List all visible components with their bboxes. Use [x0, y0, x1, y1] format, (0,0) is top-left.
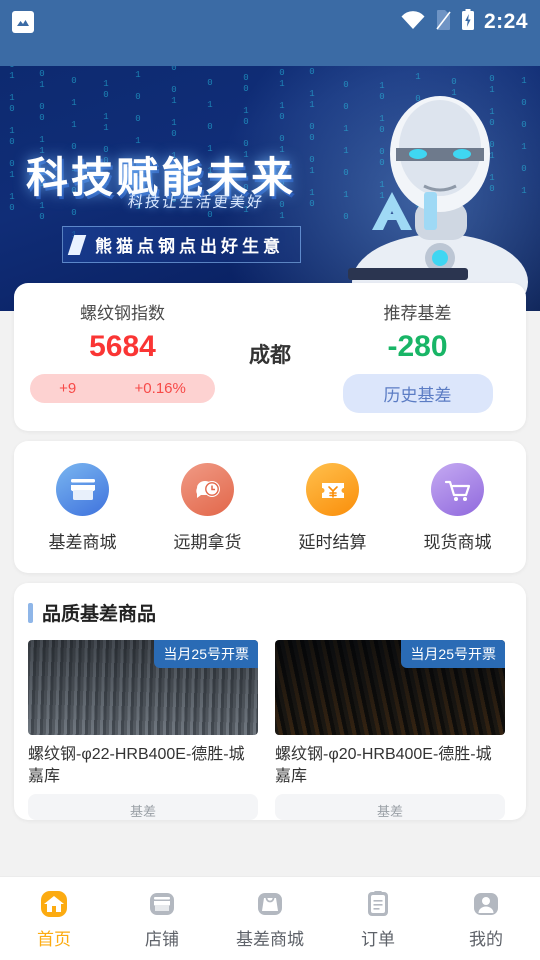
hero-banner[interactable]: 01 10 10 01 10 10 01 00 11 01 10 0 1 1 0… — [0, 66, 540, 311]
status-bar: 2:24 — [0, 0, 540, 44]
image-icon — [12, 11, 34, 33]
quick-link-label: 远期拿货 — [173, 533, 242, 552]
section-accent-bar — [28, 602, 33, 623]
basis-column: 推荐基差 -280 历史基差 — [325, 299, 510, 413]
banner-tagline: 熊猫点钢点出好生意 — [95, 237, 284, 256]
section-header: 品质基差商品 — [28, 599, 512, 626]
status-bar-filler — [0, 44, 540, 66]
city-column[interactable]: 成都 — [215, 299, 325, 369]
tab-shop[interactable]: 店铺 — [108, 887, 216, 950]
bottom-tab-bar: 首页 店铺 基差商城 订单 我的 — [0, 876, 540, 960]
quick-link-label: 现货商城 — [423, 533, 492, 552]
storefront-icon — [56, 463, 109, 516]
tab-label: 基差商城 — [236, 930, 304, 949]
quick-link-label: 基差商城 — [48, 533, 117, 552]
quick-link-forward-purchase[interactable]: 远期拿货 — [145, 463, 270, 553]
invoice-badge: 当月25号开票 — [401, 640, 505, 668]
product-card[interactable]: 当月25号开票 螺纹钢-φ22-HRB400E-德胜-城嘉库 基差 — [28, 640, 258, 820]
bag-icon — [253, 887, 287, 921]
section-title: 品质基差商品 — [42, 604, 157, 625]
price-summary-card: 螺纹钢指数 5684 +9 +0.16% 成都 推荐基差 -280 历史基差 — [14, 283, 526, 431]
tab-profile[interactable]: 我的 — [432, 887, 540, 950]
invoice-badge: 当月25号开票 — [154, 640, 258, 668]
index-label: 螺纹钢指数 — [80, 304, 165, 323]
chat-clock-icon — [181, 463, 234, 516]
status-bar-left — [12, 11, 34, 33]
index-value: 5684 — [89, 330, 156, 363]
tab-orders[interactable]: 订单 — [324, 887, 432, 950]
quick-links-card: 基差商城 远期拿货 延时结算 现货商城 — [14, 441, 526, 573]
product-card[interactable]: 当月25号开票 螺纹钢-φ20-HRB400E-德胜-城嘉库 基差 — [275, 640, 505, 820]
tab-label: 订单 — [361, 930, 395, 949]
robot-illustration — [348, 96, 528, 311]
basis-label: 推荐基差 — [383, 304, 452, 323]
quick-link-spot-mall[interactable]: 现货商城 — [395, 463, 520, 553]
product-image-wrap: 当月25号开票 — [275, 640, 505, 735]
product-basis-row: 基差 — [275, 794, 505, 820]
tab-label: 首页 — [37, 930, 71, 949]
quick-link-label: 延时结算 — [298, 533, 367, 552]
no-sim-icon — [435, 9, 452, 36]
change-pill: +9 +0.16% — [30, 374, 215, 403]
battery-charging-icon — [461, 8, 475, 36]
product-section-card: 品质基差商品 当月25号开票 螺纹钢-φ22-HRB400E-德胜-城嘉库 基差… — [14, 583, 526, 820]
product-title: 螺纹钢-φ20-HRB400E-德胜-城嘉库 — [275, 746, 492, 785]
yuan-ticket-icon — [306, 463, 359, 516]
city-label[interactable]: 成都 — [249, 339, 291, 369]
tab-jicha-mall[interactable]: 基差商城 — [216, 887, 324, 950]
product-list: 当月25号开票 螺纹钢-φ22-HRB400E-德胜-城嘉库 基差 当月25号开… — [28, 640, 512, 820]
banner-subtitle: 科技让生活更美好 — [126, 194, 266, 211]
product-basis-row: 基差 — [28, 794, 258, 820]
shopping-cart-icon — [431, 463, 484, 516]
tab-home[interactable]: 首页 — [0, 887, 108, 950]
change-percent: +0.16% — [134, 380, 186, 397]
quick-link-jicha-mall[interactable]: 基差商城 — [20, 463, 145, 553]
tab-label: 我的 — [469, 930, 503, 949]
basis-value: -280 — [387, 330, 448, 363]
person-icon — [469, 887, 503, 921]
shop-icon — [145, 887, 179, 921]
index-column: 螺纹钢指数 5684 +9 +0.16% — [30, 299, 215, 403]
clipboard-icon — [361, 887, 395, 921]
history-basis-button[interactable]: 历史基差 — [342, 374, 493, 413]
home-icon — [37, 887, 71, 921]
tab-label: 店铺 — [145, 930, 179, 949]
status-bar-right: 2:24 — [400, 8, 528, 36]
product-title: 螺纹钢-φ22-HRB400E-德胜-城嘉库 — [28, 746, 245, 785]
quick-link-delayed-settlement[interactable]: 延时结算 — [270, 463, 395, 553]
banner-accent-bar — [67, 234, 87, 255]
status-bar-clock: 2:24 — [483, 10, 528, 33]
banner-tagline-wrap: 熊猫点钢点出好生意 — [62, 226, 301, 263]
wifi-icon — [400, 10, 426, 35]
product-image-wrap: 当月25号开票 — [28, 640, 258, 735]
change-amount: +9 — [59, 380, 77, 397]
